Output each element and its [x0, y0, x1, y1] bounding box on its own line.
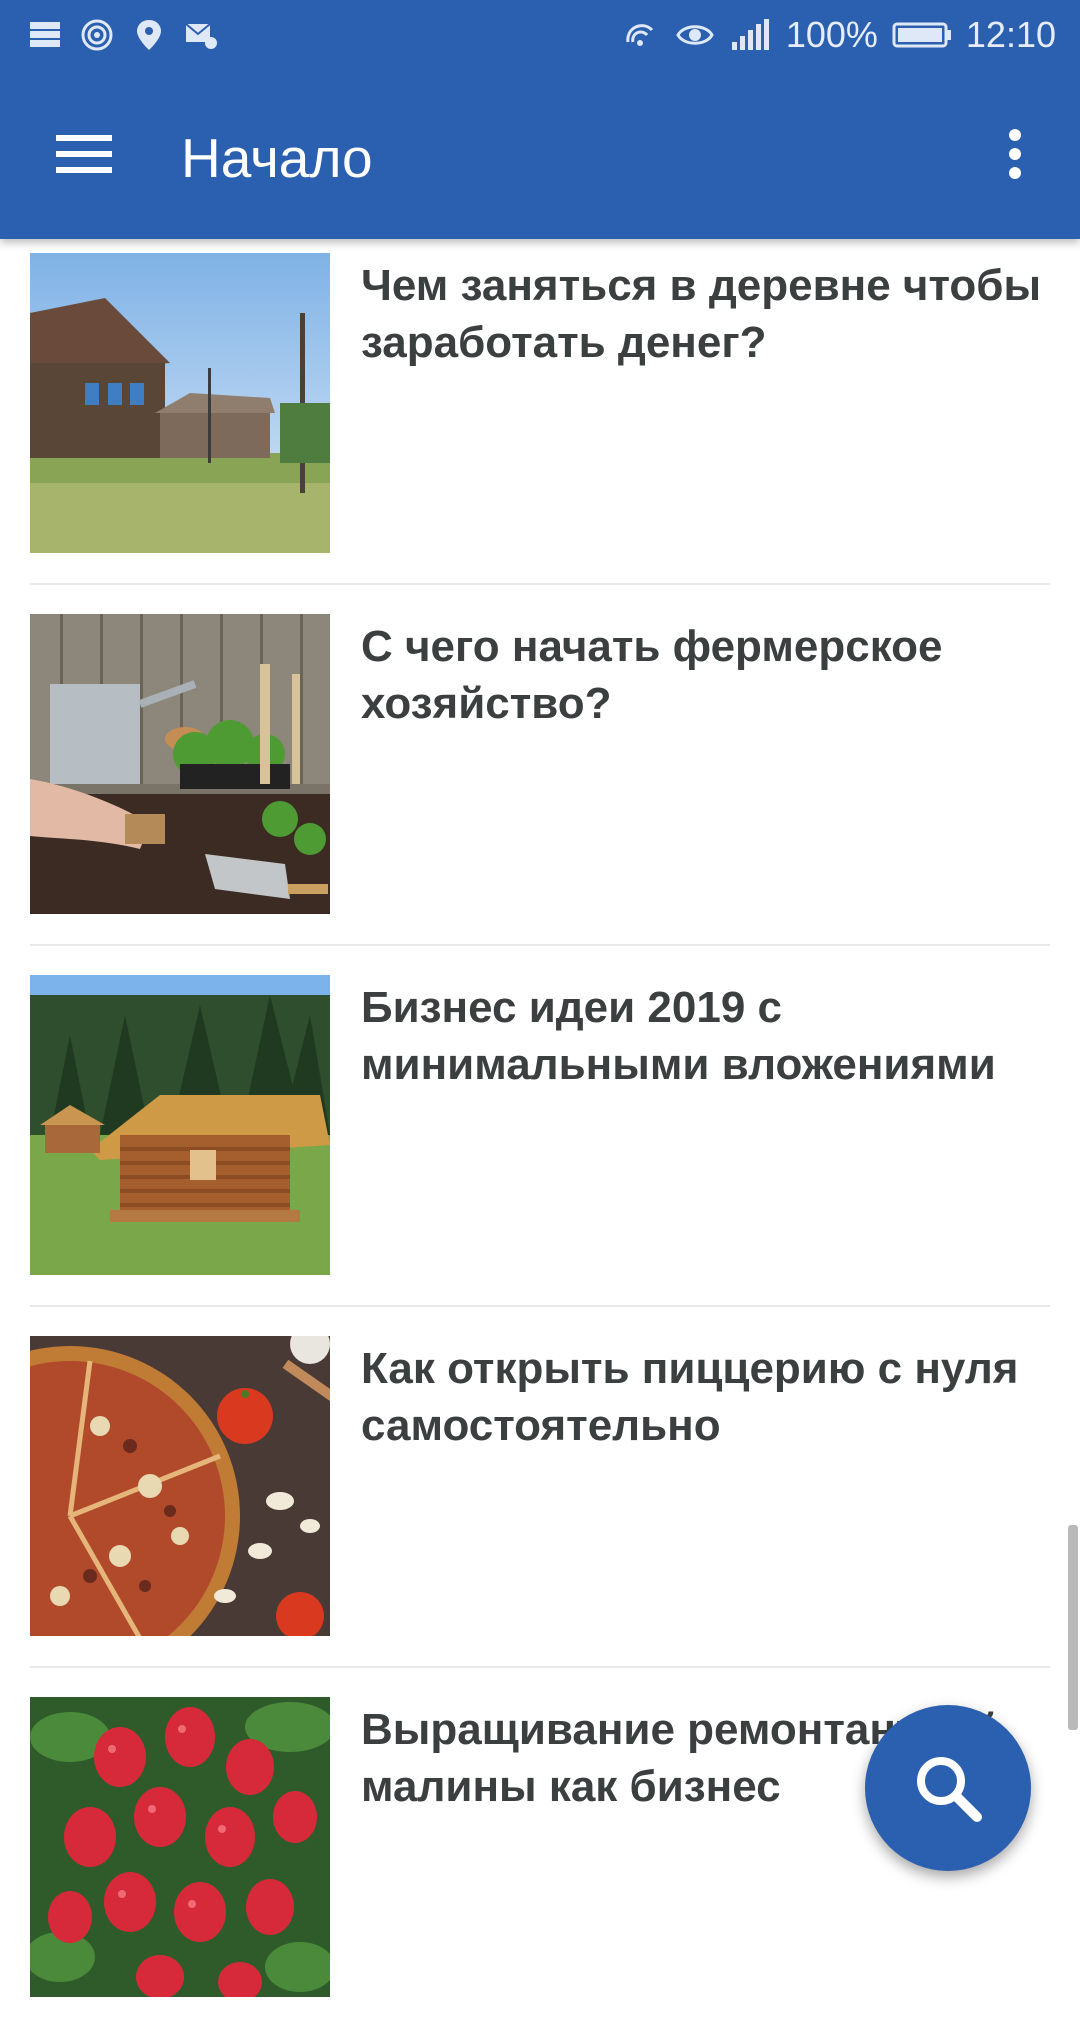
mail-settings-icon [185, 23, 217, 49]
eye-icon [676, 25, 714, 45]
clock: 12:10 [965, 14, 1056, 55]
location-icon [137, 20, 161, 50]
status-bar: 100% 12:10 [0, 0, 1080, 76]
divider [30, 583, 1050, 585]
article-thumbnail [30, 1336, 330, 1636]
signal-icon [731, 19, 769, 50]
search-icon [917, 1757, 982, 1822]
article-title: Бизнес идеи 2019 с минимальными вложения… [361, 983, 996, 1089]
article-thumbnail [30, 1697, 330, 1997]
search-fab[interactable] [865, 1705, 1031, 1871]
divider [30, 944, 1050, 946]
article-title: С чего начать фермерское хозяйство? [361, 622, 943, 728]
hotspot-icon [81, 19, 113, 51]
list-item[interactable]: Чем заняться в деревне чтобы заработать … [30, 239, 1050, 600]
page-title: Начало [181, 127, 373, 189]
hamburger-menu-icon [56, 135, 112, 173]
scrollbar[interactable] [1068, 1525, 1078, 1730]
overflow-menu-button[interactable] [980, 112, 1050, 196]
article-thumbnail [30, 614, 330, 914]
list-item[interactable]: Как открыть пиццерию с нуля самостоятель… [30, 1322, 1050, 1683]
article-title: Как открыть пиццерию с нуля самостоятель… [361, 1344, 1019, 1450]
battery-icon [892, 22, 951, 48]
divider [30, 1305, 1050, 1307]
article-thumbnail [30, 253, 330, 553]
storage-icon [30, 22, 60, 47]
wifi-call-icon [626, 24, 653, 46]
battery-percent: 100% [785, 14, 878, 55]
divider [30, 1666, 1050, 1668]
list-item[interactable]: С чего начать фермерское хозяйство? [30, 600, 1050, 961]
article-title: Чем заняться в деревне чтобы заработать … [361, 261, 1042, 367]
app-bar: Начало [0, 76, 1080, 239]
more-vert-icon [1009, 129, 1021, 179]
menu-button[interactable] [36, 112, 132, 196]
top-app-bar-container: 100% 12:10 Начало [0, 0, 1080, 239]
article-thumbnail [30, 975, 330, 1275]
list-item[interactable]: Бизнес идеи 2019 с минимальными вложения… [30, 961, 1050, 1322]
